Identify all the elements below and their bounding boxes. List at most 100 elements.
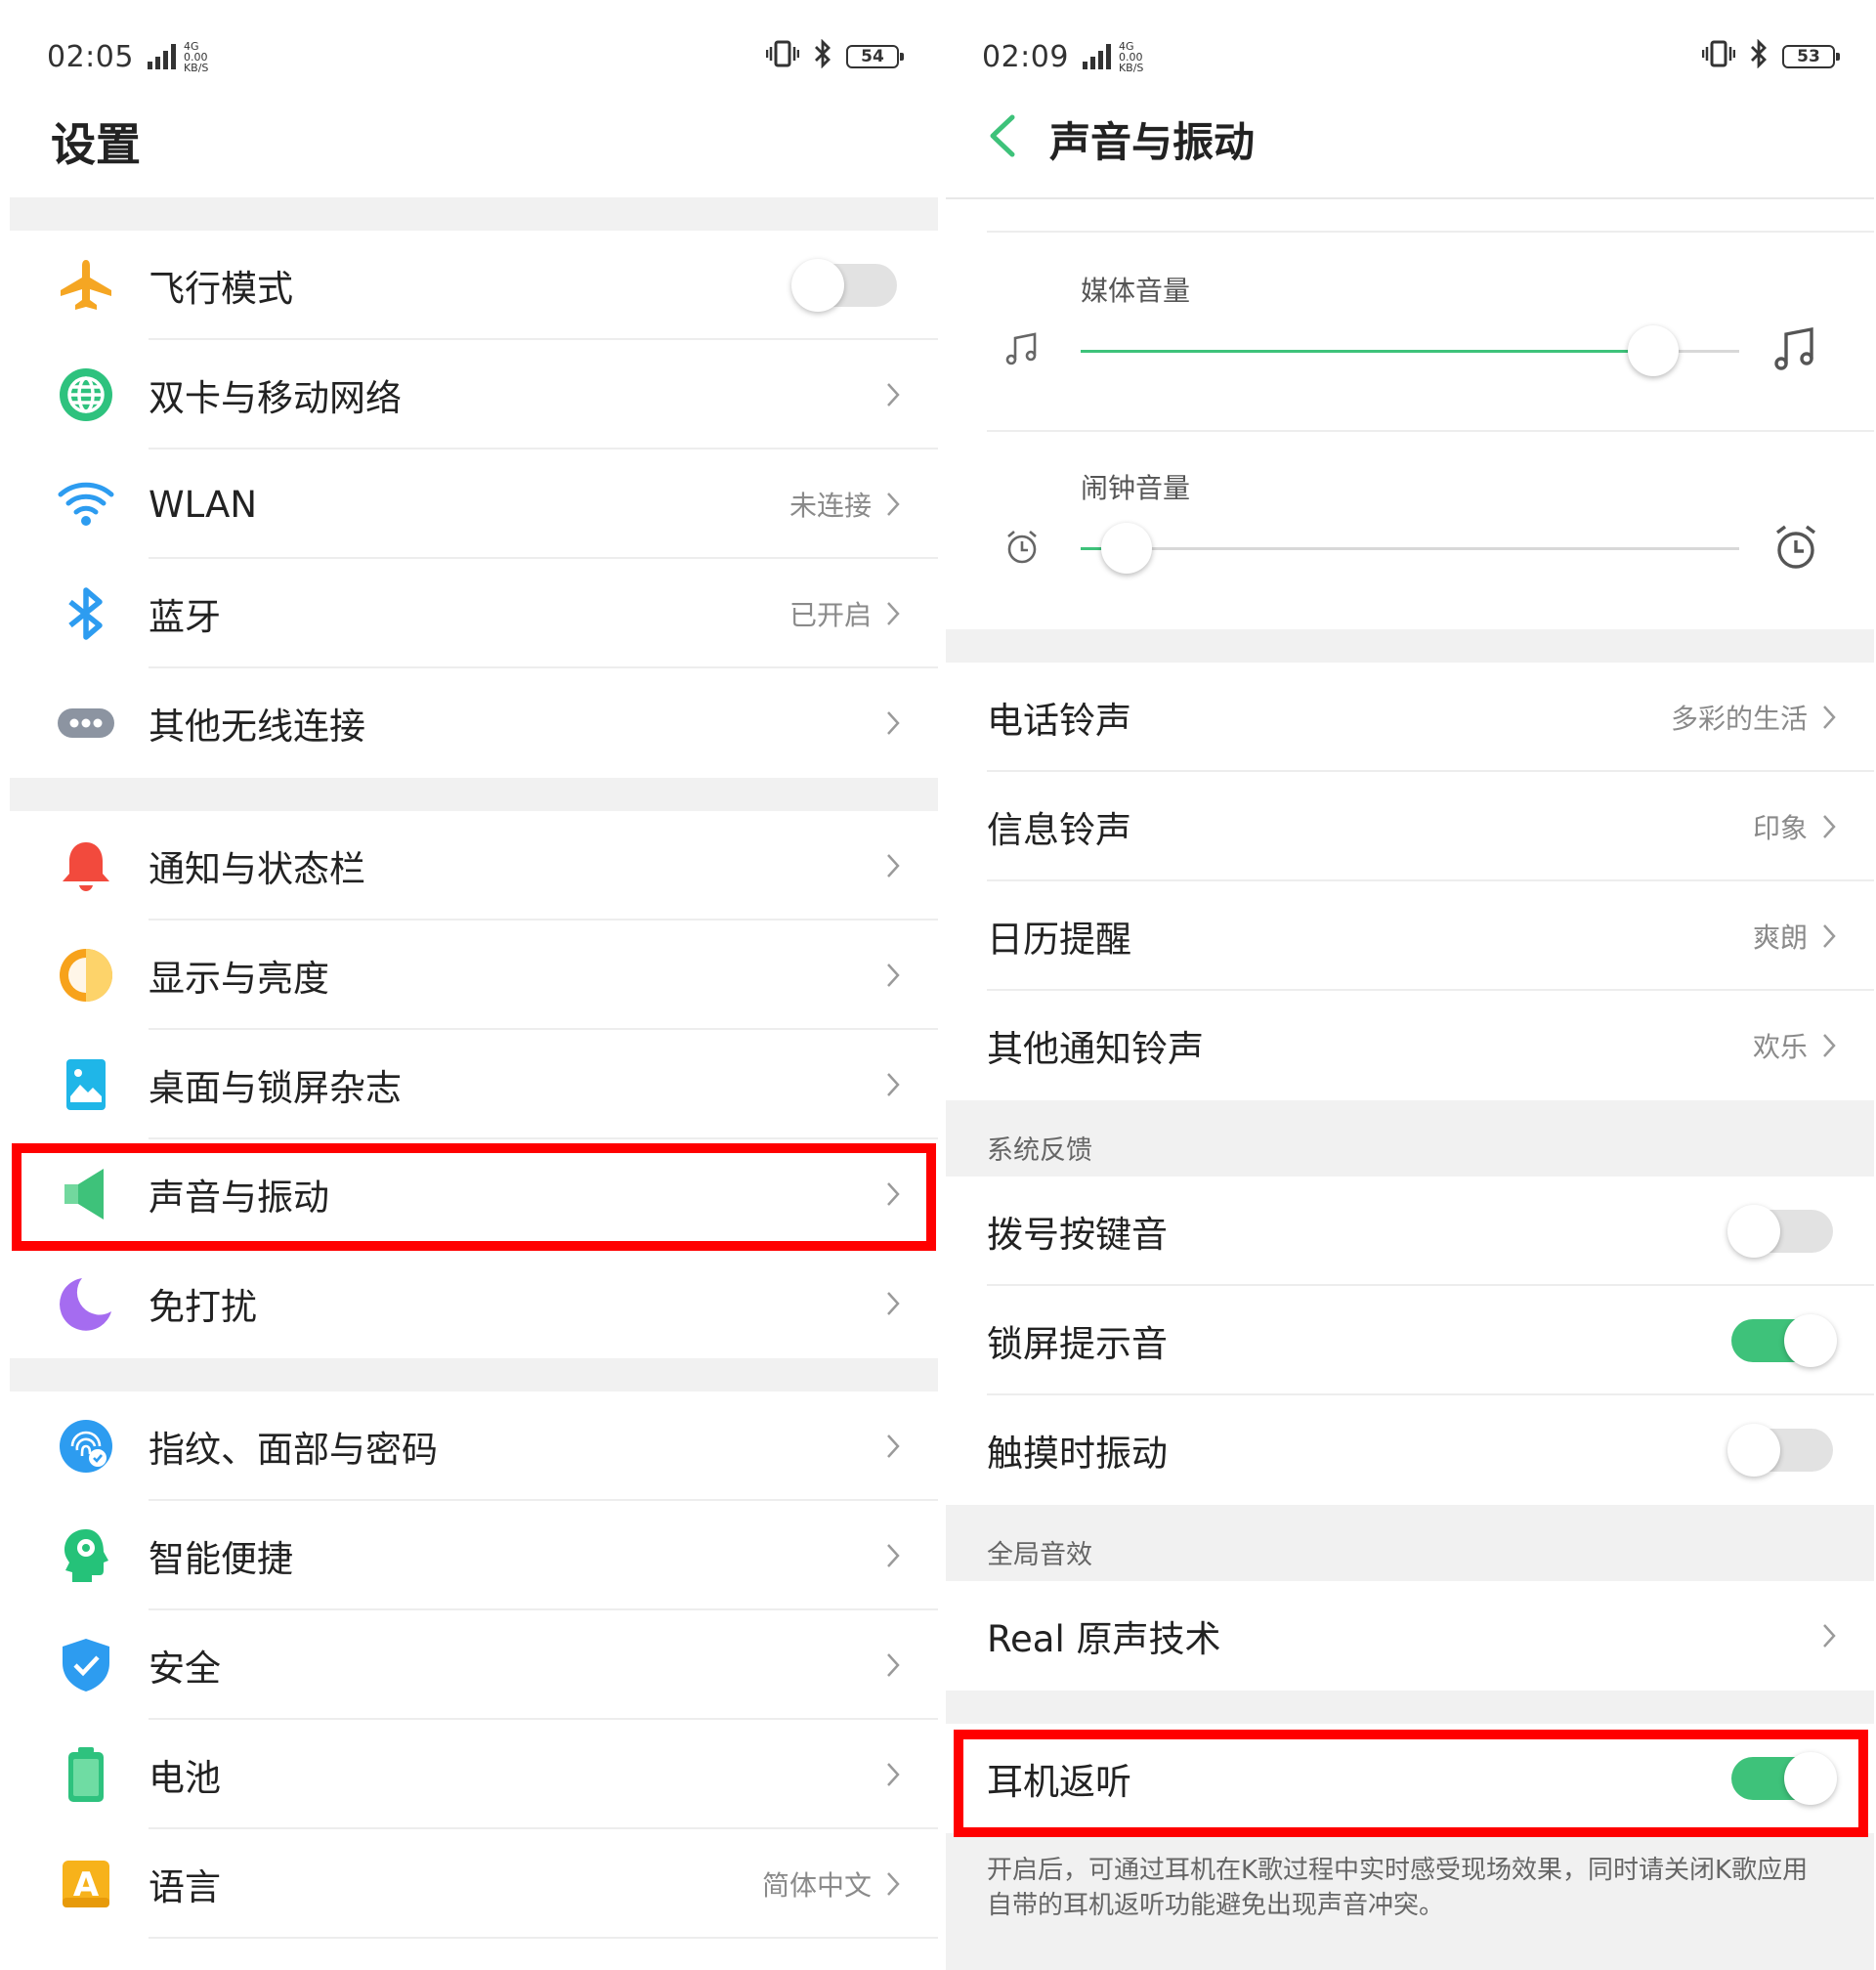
chevron-right-icon — [887, 1653, 900, 1677]
page-title: 设置 — [51, 118, 141, 171]
globe-icon — [57, 365, 115, 424]
network-speed-unit: KB/S — [183, 61, 209, 74]
feedback-item-dial-tone[interactable]: 拨号按键音 — [946, 1177, 1874, 1286]
alarm-volume-label: 闹钟音量 — [1081, 472, 1191, 504]
highlight-box — [12, 1143, 936, 1251]
chevron-right-icon — [1823, 1034, 1836, 1057]
chevron-right-icon — [887, 1073, 900, 1096]
settings-item-airplane[interactable]: 飞行模式 — [10, 231, 938, 340]
feedback-label: 触摸时振动 — [987, 1433, 1168, 1475]
settings-item-sim-network[interactable]: 双卡与移动网络 — [10, 340, 938, 450]
settings-item-label: 显示与亮度 — [149, 958, 329, 1000]
status-time: 02:09 — [982, 39, 1069, 74]
chevron-right-icon — [1823, 815, 1836, 838]
battery-indicator: 54 — [846, 45, 904, 68]
slider-thumb[interactable] — [1101, 523, 1153, 574]
media-volume-label: 媒体音量 — [1081, 275, 1191, 307]
bluetooth-status-icon — [1749, 38, 1769, 75]
bluetooth-icon — [57, 584, 115, 643]
settings-item-wlan[interactable]: WLAN 未连接 — [10, 450, 938, 559]
settings-item-display[interactable]: 显示与亮度 — [10, 921, 938, 1030]
settings-item-notifications[interactable]: 通知与状态栏 — [10, 811, 938, 921]
real-sound-item[interactable]: Real 原声技术 — [946, 1581, 1874, 1691]
alarm-volume-slider[interactable] — [1081, 523, 1739, 574]
language-value: 简体中文 — [761, 1869, 872, 1902]
real-sound-label: Real 原声技术 — [987, 1618, 1221, 1660]
toggle-knob — [1727, 1205, 1780, 1258]
sound-vibration-screen: 02:09 4G 0.00 KB/S 53 声音与振动 媒体音量 闹钟音量 电话… — [946, 0, 1874, 1970]
settings-item-do-not-disturb[interactable]: 免打扰 — [10, 1249, 938, 1358]
ringtone-item-calendar[interactable]: 日历提醒 爽朗 — [946, 881, 1874, 991]
settings-item-fingerprint[interactable]: 指纹、面部与密码 — [10, 1392, 938, 1501]
back-arrow-icon[interactable] — [983, 111, 1026, 160]
settings-item-label: 双卡与移动网络 — [149, 377, 402, 419]
settings-item-bluetooth[interactable]: 蓝牙 已开启 — [10, 559, 938, 668]
chevron-right-icon — [1823, 924, 1836, 948]
chevron-right-icon — [887, 1544, 900, 1567]
toggle-knob — [1784, 1314, 1837, 1367]
chevron-right-icon — [887, 602, 900, 625]
chevron-right-icon — [887, 854, 900, 878]
status-bar: 02:05 4G 0.00 KB/S 54 — [47, 37, 904, 76]
settings-item-label: 桌面与锁屏杂志 — [149, 1067, 402, 1109]
settings-item-label: 语言 — [149, 1866, 221, 1908]
moon-icon — [57, 1274, 115, 1333]
settings-item-label: 通知与状态栏 — [149, 848, 365, 890]
settings-item-label: 安全 — [149, 1648, 221, 1690]
ringtone-value: 欢乐 — [1752, 1031, 1808, 1063]
vibrate-icon — [1701, 39, 1736, 75]
chevron-right-icon — [1823, 1624, 1836, 1648]
settings-item-wallpaper[interactable]: 桌面与锁屏杂志 — [10, 1030, 938, 1139]
section-header-system-feedback: 系统反馈 — [946, 1100, 1874, 1177]
settings-item-label: 电池 — [149, 1757, 221, 1799]
feedback-label: 拨号按键音 — [987, 1214, 1168, 1256]
slider-fill — [1081, 350, 1654, 353]
vibrate-icon — [765, 39, 800, 75]
chevron-right-icon — [887, 711, 900, 735]
settings-item-battery[interactable]: 电池 — [10, 1720, 938, 1829]
section-gap — [10, 197, 938, 231]
divider — [987, 231, 1874, 233]
alarm-clock-icon — [1007, 531, 1037, 564]
chevron-right-icon — [887, 1435, 900, 1458]
chevron-right-icon — [887, 964, 900, 987]
settings-item-smart-services[interactable]: 智能便捷 — [10, 1501, 938, 1610]
chevron-right-icon — [1823, 706, 1836, 729]
section-gap — [946, 629, 1874, 663]
settings-item-label: 飞行模式 — [149, 268, 293, 310]
ringtone-value: 爽朗 — [1752, 921, 1808, 954]
wifi-icon — [57, 475, 115, 534]
ringtone-item-other-notification[interactable]: 其他通知铃声 欢乐 — [946, 991, 1874, 1100]
media-volume-control: 媒体音量 — [946, 235, 1874, 430]
ringtone-value: 印象 — [1752, 812, 1808, 844]
ringtone-label: 日历提醒 — [987, 919, 1131, 961]
chevron-right-icon — [887, 383, 900, 407]
earback-hint: 开启后，可通过耳机在K歌过程中实时感受现场效果，同时请关闭K歌应用自带的耳机返听… — [946, 1833, 1874, 1970]
ringtone-value: 多彩的生活 — [1670, 703, 1808, 735]
media-volume-slider[interactable] — [1081, 325, 1739, 376]
settings-item-label: WLAN — [149, 483, 258, 526]
ringtone-label: 电话铃声 — [987, 700, 1131, 742]
airplane-mode-toggle[interactable] — [791, 259, 897, 312]
header-divider — [946, 197, 1874, 199]
ringtone-item-message[interactable]: 信息铃声 印象 — [946, 772, 1874, 881]
brightness-icon — [57, 946, 115, 1005]
toggle-knob — [791, 259, 844, 312]
touch-vibration-toggle[interactable] — [1727, 1424, 1833, 1477]
lock-sound-toggle[interactable] — [1731, 1314, 1837, 1367]
music-note-large-icon — [1774, 326, 1813, 370]
settings-item-other-wireless[interactable]: 其他无线连接 — [10, 668, 938, 778]
settings-item-security[interactable]: 安全 — [10, 1610, 938, 1720]
language-icon: A — [57, 1855, 115, 1913]
toggle-knob — [1727, 1424, 1780, 1477]
ringtone-item-phone[interactable]: 电话铃声 多彩的生活 — [946, 663, 1874, 772]
feedback-item-touch-vibration[interactable]: 触摸时振动 — [946, 1395, 1874, 1505]
settings-item-language[interactable]: A 语言 简体中文 — [10, 1829, 938, 1939]
ringtone-label: 信息铃声 — [987, 809, 1131, 851]
feedback-item-lock-sound[interactable]: 锁屏提示音 — [946, 1286, 1874, 1395]
feedback-label: 锁屏提示音 — [987, 1323, 1168, 1365]
signal-icon — [1082, 44, 1111, 69]
dial-tone-toggle[interactable] — [1727, 1205, 1833, 1258]
network-speed: 4G 0.00 KB/S — [184, 41, 208, 73]
slider-thumb[interactable] — [1628, 325, 1680, 376]
